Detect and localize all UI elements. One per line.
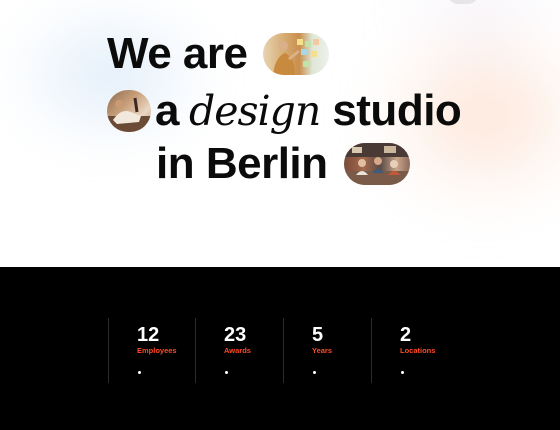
stats-section: 12 Employees 23 Awards 5 Years 2 Locatio… [0,267,560,430]
bullet-dot [225,371,228,374]
stat-employees: 12 Employees [108,318,197,383]
bullet-dot [401,371,404,374]
hero-section: We are a design studio in Berlin [0,0,560,267]
stat-value: 23 [224,324,247,346]
hero-heading-line-2: a design studio [107,86,462,136]
photo-person-relaxing-on-sofa [107,90,151,132]
bullet-dot [313,371,316,374]
heading-text-we-are: We are [107,29,248,78]
stat-label: Years [312,346,333,355]
stat-label: Locations [400,346,436,355]
stat-awards: 23 Awards [195,318,284,383]
hero-heading-line-3: in Berlin [156,139,410,189]
heading-text-in-berlin: in Berlin [156,139,328,188]
heading-text-studio: studio [332,86,462,135]
photo-team-in-office [343,143,410,185]
stat-value: 2 [400,324,412,346]
stat-label: Employees [137,346,177,355]
photo-woman-at-sticky-note-board [262,33,329,75]
stat-value: 5 [312,324,324,346]
stat-value: 12 [137,324,160,346]
bullet-dot [138,371,141,374]
stat-label: Awards [224,346,251,355]
hero-heading-line-1: We are [107,29,329,79]
stat-years: 5 Years [283,318,372,383]
stat-locations: 2 Locations [371,318,460,383]
heading-text-design: design [188,87,321,135]
heading-text-a: a [155,86,179,135]
